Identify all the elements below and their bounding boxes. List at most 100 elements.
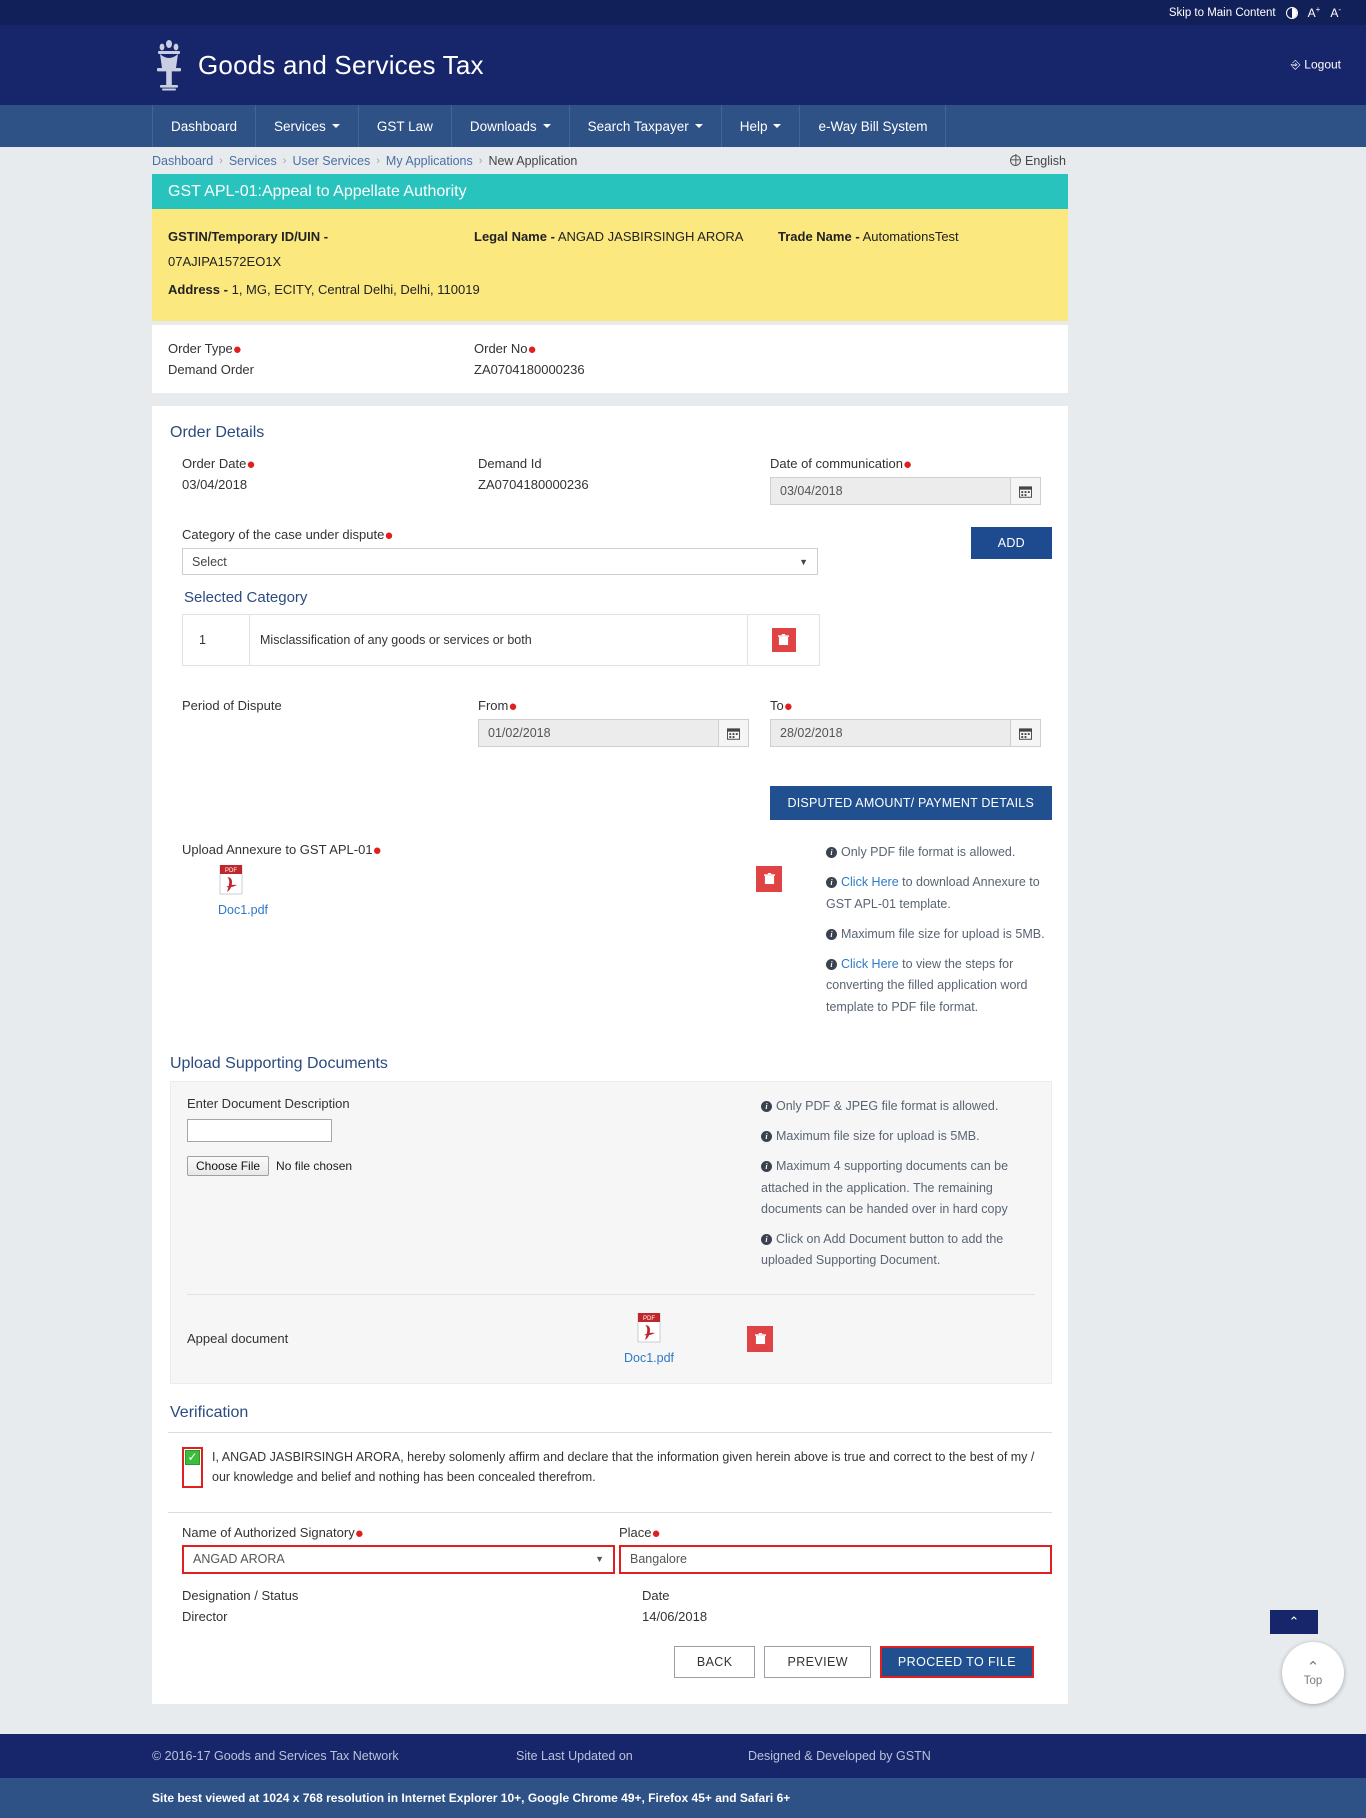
info-text: Click on Add Document button to add the … bbox=[761, 1232, 1004, 1268]
designation-block: Designation / Status Director bbox=[182, 1588, 642, 1624]
supporting-document-row: Appeal document PDF Doc1.pdf bbox=[187, 1295, 1035, 1369]
order-no-value: ZA0704180000236 bbox=[474, 362, 585, 378]
annexure-left: Upload Annexure to GST APL-01● PDF Doc1.… bbox=[168, 842, 756, 1027]
nav-item-help[interactable]: Help bbox=[722, 105, 801, 147]
nav-label: Dashboard bbox=[171, 118, 238, 134]
back-button[interactable]: BACK bbox=[673, 1645, 756, 1678]
period-from-input[interactable]: 01/02/2018 bbox=[478, 719, 749, 748]
font-increase-sup: + bbox=[1315, 5, 1321, 14]
category-index: 1 bbox=[182, 614, 250, 667]
nav-item-eway-bill-system[interactable]: e-Way Bill System bbox=[800, 105, 947, 147]
breadcrumb-separator: › bbox=[282, 154, 287, 167]
order-date-label-wrap: Order Date● bbox=[182, 456, 478, 472]
place-label-wrap: Place● bbox=[619, 1524, 1052, 1542]
nav-item-downloads[interactable]: Downloads bbox=[452, 105, 570, 147]
gstin-label: GSTIN/Temporary ID/UIN - bbox=[168, 229, 329, 244]
footer-designed-by: Designed & Developed by GSTN bbox=[748, 1748, 931, 1763]
date-comm-value: 03/04/2018 bbox=[780, 484, 843, 499]
period-of-dispute-row: Period of Dispute From● 01/02/2018 To● 2… bbox=[168, 698, 1052, 748]
disputed-amount-payment-details-button[interactable]: DISPUTED AMOUNT/ PAYMENT DETAILS bbox=[769, 786, 1052, 821]
main-navigation: Dashboard Services GST Law Downloads Sea… bbox=[0, 105, 1366, 147]
choose-file-button[interactable]: Choose File bbox=[187, 1155, 270, 1176]
scroll-top-tab[interactable]: ⌃ bbox=[1270, 1610, 1318, 1634]
designation-label: Designation / Status bbox=[182, 1587, 299, 1603]
required-asterisk: ● bbox=[651, 1524, 661, 1542]
supporting-documents-panel: Enter Document Description Choose File N… bbox=[170, 1080, 1052, 1384]
period-label-block: Period of Dispute bbox=[182, 698, 478, 747]
document-description-input[interactable] bbox=[187, 1118, 332, 1142]
font-decrease-button[interactable]: A- bbox=[1330, 5, 1341, 20]
annexure-file-link[interactable]: Doc1.pdf bbox=[218, 903, 756, 917]
pdf-file-icon[interactable]: PDF bbox=[218, 864, 244, 895]
logout-button[interactable]: ⎆ Logout bbox=[1291, 58, 1341, 73]
info-text: Only PDF & JPEG file format is allowed. bbox=[776, 1098, 999, 1113]
table-row: 1 Misclassification of any goods or serv… bbox=[182, 614, 820, 667]
designation-value: Director bbox=[182, 1608, 228, 1624]
date-of-communication-input[interactable]: 03/04/2018 bbox=[770, 477, 1041, 506]
date-of-communication-block: Date of communication● 03/04/2018 bbox=[770, 456, 1052, 506]
order-date-label: Order Date bbox=[182, 456, 247, 472]
place-input[interactable]: Bangalore bbox=[619, 1544, 1052, 1574]
nav-item-search-taxpayer[interactable]: Search Taxpayer bbox=[570, 105, 722, 147]
nav-item-services[interactable]: Services bbox=[256, 105, 359, 147]
order-no-label-wrap: Order No● bbox=[474, 341, 778, 357]
date-value: 14/06/2018 bbox=[642, 1608, 708, 1624]
category-select[interactable]: Select ▼ bbox=[182, 548, 818, 576]
verification-checkbox[interactable]: ✓ bbox=[185, 1449, 200, 1465]
annexure-info-list: i Only PDF file format is allowed. i Click… bbox=[826, 842, 1052, 1027]
signatory-select[interactable]: ANGAD ARORA ▼ bbox=[182, 1544, 615, 1574]
preview-button[interactable]: PREVIEW bbox=[764, 1645, 871, 1678]
demand-id-block: Demand Id ZA0704180000236 bbox=[478, 456, 770, 505]
masthead: Goods and Services Tax ⎆ Logout bbox=[0, 25, 1366, 105]
gstin-value: 07AJIPA1572EO1X bbox=[168, 253, 282, 269]
supporting-doc-file-link[interactable]: Doc1.pdf bbox=[593, 1351, 705, 1365]
trash-icon[interactable] bbox=[747, 1325, 773, 1352]
calendar-icon[interactable] bbox=[1010, 720, 1040, 747]
contrast-toggle-icon[interactable] bbox=[1285, 6, 1298, 19]
font-increase-button[interactable]: A+ bbox=[1308, 5, 1321, 20]
download-annexure-template-link[interactable]: Click Here bbox=[841, 875, 899, 889]
chevron-down-icon bbox=[542, 124, 551, 128]
pdf-file-icon[interactable]: PDF bbox=[636, 1312, 662, 1343]
period-to-block: To● 28/02/2018 bbox=[770, 698, 1052, 748]
order-details-card: Order Details Order Date● 03/04/2018 Dem… bbox=[152, 406, 1068, 1704]
required-asterisk: ● bbox=[372, 842, 382, 860]
breadcrumb-item-user-services[interactable]: User Services bbox=[292, 154, 370, 168]
language-selector[interactable]: English bbox=[1010, 154, 1066, 168]
nav-item-dashboard[interactable]: Dashboard bbox=[152, 105, 257, 147]
nav-label: GST Law bbox=[376, 118, 433, 134]
trash-icon[interactable] bbox=[756, 866, 782, 893]
skip-to-main-content-link[interactable]: Skip to Main Content bbox=[1169, 7, 1276, 19]
order-date-value: 03/04/2018 bbox=[182, 477, 248, 493]
info-item: i Maximum file size for upload is 5MB. bbox=[826, 924, 1052, 945]
add-category-button[interactable]: ADD bbox=[970, 527, 1052, 560]
national-emblem-icon bbox=[152, 37, 186, 93]
required-asterisk: ● bbox=[508, 698, 518, 716]
scroll-to-top-button[interactable]: ⌃ Top bbox=[1282, 1642, 1344, 1704]
order-header-spacer bbox=[778, 341, 1052, 377]
breadcrumb-item-my-applications[interactable]: My Applications bbox=[386, 154, 473, 168]
signatory-block: Name of Authorized Signatory● ANGAD AROR… bbox=[182, 1525, 619, 1574]
required-asterisk: ● bbox=[232, 341, 242, 359]
demand-id-label: Demand Id bbox=[478, 456, 542, 472]
proceed-to-file-button[interactable]: PROCEED TO FILE bbox=[879, 1645, 1034, 1678]
verification-declaration-row: ✓ I, ANGAD JASBIRSINGH ARORA, hereby sol… bbox=[168, 1433, 1052, 1502]
info-item: i Only PDF & JPEG file format is allowed. bbox=[761, 1096, 1035, 1117]
chevron-down-icon bbox=[773, 124, 782, 128]
disputed-button-row: DISPUTED AMOUNT/ PAYMENT DETAILS bbox=[168, 786, 1052, 821]
category-selected-value: Select bbox=[192, 554, 227, 569]
breadcrumb-item-dashboard[interactable]: Dashboard bbox=[152, 154, 213, 168]
nav-item-gst-law[interactable]: GST Law bbox=[359, 105, 452, 147]
signatory-label-wrap: Name of Authorized Signatory● bbox=[182, 1525, 619, 1541]
info-text: Maximum file size for upload is 5MB. bbox=[841, 926, 1045, 941]
trash-icon[interactable] bbox=[771, 628, 796, 653]
from-label-wrap: From● bbox=[478, 698, 770, 716]
breadcrumb-item-services[interactable]: Services bbox=[229, 154, 277, 168]
logout-label: Logout bbox=[1304, 57, 1341, 72]
period-to-input[interactable]: 28/02/2018 bbox=[770, 719, 1041, 748]
pdf-conversion-steps-link[interactable]: Click Here bbox=[841, 957, 899, 971]
calendar-icon[interactable] bbox=[1010, 478, 1040, 505]
nav-label: e-Way Bill System bbox=[818, 118, 928, 134]
supporting-upload-left: Enter Document Description Choose File N… bbox=[187, 1096, 761, 1281]
calendar-icon[interactable] bbox=[718, 720, 748, 747]
